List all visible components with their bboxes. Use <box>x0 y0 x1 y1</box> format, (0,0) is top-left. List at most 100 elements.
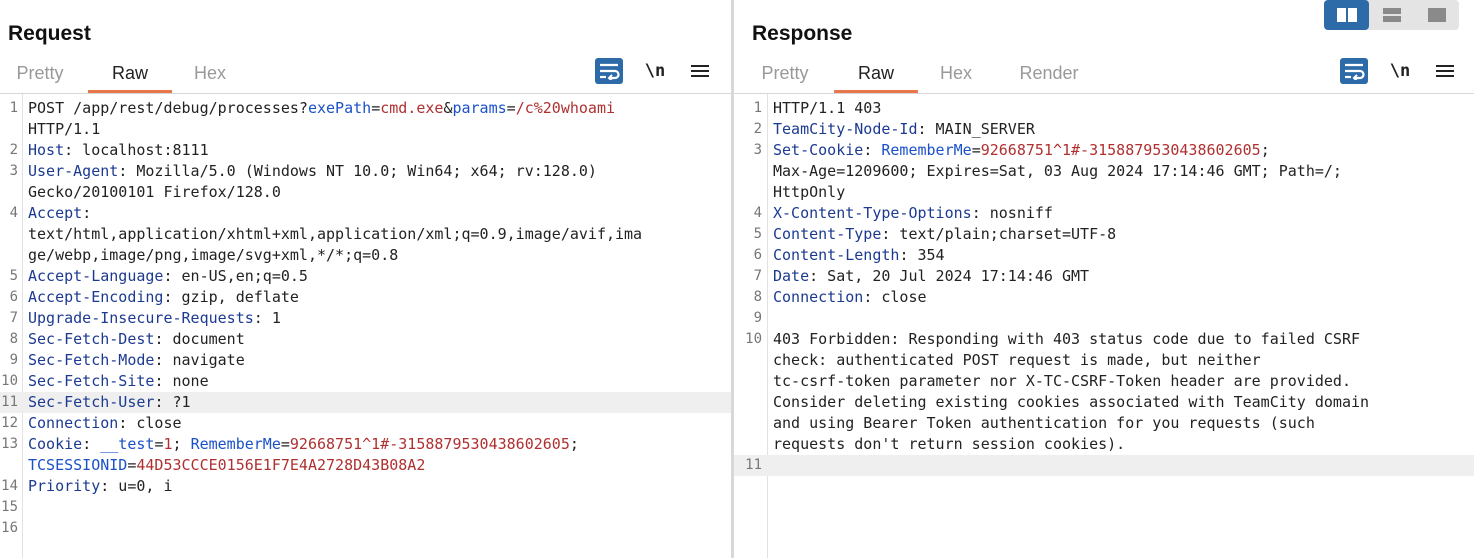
response-code-line[interactable]: 1 HTTP/1.1 403 <box>734 98 1474 119</box>
request-code-line[interactable]: TCSESSIONID=44D53CCCE0156E1F7E4A2728D43B… <box>0 455 731 476</box>
request-code-line[interactable]: 2 Host: localhost:8111 <box>0 140 731 161</box>
text-segment: = <box>371 99 381 117</box>
request-code-line[interactable]: 6 Accept-Encoding: gzip, deflate <box>0 287 731 308</box>
response-tab-hex[interactable]: Hex <box>918 58 994 93</box>
response-tab-raw[interactable]: Raw <box>834 58 918 93</box>
single-pane-layout-button[interactable] <box>1414 0 1459 30</box>
line-text: Cookie: __test=1; RememberMe=92668751^1#… <box>28 434 579 455</box>
line-text: Sec-Fetch-User: ?1 <box>28 392 191 413</box>
text-segment: : document <box>154 330 245 348</box>
response-menu-button[interactable] <box>1431 58 1459 84</box>
top-bottom-layout-button[interactable] <box>1369 0 1414 30</box>
request-code-line[interactable]: ge/webp,image/png,image/svg+xml,*/*;q=0.… <box>0 245 731 266</box>
request-code-line[interactable]: 11 Sec-Fetch-User: ?1 <box>0 392 731 413</box>
line-number: 11 <box>745 457 762 473</box>
response-code-line[interactable]: and using Bearer Token authentication fo… <box>734 413 1474 434</box>
param-name: TCSESSIONID <box>28 456 128 474</box>
param-name: RememberMe <box>190 435 281 453</box>
text-segment: ; <box>1260 141 1270 159</box>
line-text: Host: localhost:8111 <box>28 140 209 161</box>
header-name: Sec-Fetch-Site <box>28 372 155 390</box>
line-number: 5 <box>753 226 762 242</box>
line-number: 10 <box>1 373 18 389</box>
response-editor[interactable]: 1 HTTP/1.1 403 2 TeamCity-Node-Id: MAIN_SER… <box>734 94 1474 558</box>
line-text: TCSESSIONID=44D53CCCE0156E1F7E4A2728D43B… <box>28 455 425 476</box>
word-wrap-icon <box>1345 63 1365 80</box>
line-text: Accept-Encoding: gzip, deflate <box>28 287 299 308</box>
line-text: User-Agent: Mozilla/5.0 (Windows NT 10.0… <box>28 161 597 182</box>
response-code-line[interactable]: HttpOnly <box>734 182 1474 203</box>
request-word-wrap-button[interactable] <box>595 58 623 84</box>
response-code-line[interactable]: 7 Date: Sat, 20 Jul 2024 17:14:46 GMT <box>734 266 1474 287</box>
param-value: 92668751^1#-3158879530438602605 <box>289 435 570 453</box>
response-word-wrap-button[interactable] <box>1340 58 1368 84</box>
line-number: 7 <box>753 268 762 284</box>
text-segment: : close <box>118 414 182 432</box>
request-tab-pretty[interactable]: Pretty <box>0 58 80 93</box>
response-tab-render[interactable]: Render <box>994 58 1104 93</box>
request-menu-button[interactable] <box>686 58 714 84</box>
request-code-line[interactable]: 5 Accept-Language: en-US,en;q=0.5 <box>0 266 731 287</box>
top-bottom-layout-icon <box>1382 8 1401 22</box>
param-value: 92668751^1#-3158879530438602605 <box>980 141 1261 159</box>
request-code-line[interactable]: 1 POST /app/rest/debug/processes?exePath=… <box>0 98 731 119</box>
request-code-line[interactable]: 7 Upgrade-Insecure-Requests: 1 <box>0 308 731 329</box>
response-code-line[interactable]: Consider deleting existing cookies assoc… <box>734 392 1474 413</box>
request-code-line[interactable]: 14 Priority: u=0, i <box>0 476 731 497</box>
line-text: check: authenticated POST request is mad… <box>773 350 1261 371</box>
header-name: Connection <box>773 288 864 306</box>
response-show-newlines-button[interactable]: \n <box>1386 58 1414 84</box>
response-code-line[interactable]: 2 TeamCity-Node-Id: MAIN_SERVER <box>734 119 1474 140</box>
text-segment: requests don't return session cookies). <box>773 435 1126 453</box>
request-show-newlines-button[interactable]: \n <box>641 58 669 84</box>
side-by-side-layout-button[interactable] <box>1324 0 1369 30</box>
text-segment: : localhost:8111 <box>64 141 209 159</box>
response-code-line[interactable]: 8 Connection: close <box>734 287 1474 308</box>
request-code-line[interactable]: HTTP/1.1 <box>0 119 731 140</box>
response-code-line[interactable]: tc-csrf-token parameter nor X-TC-CSRF-To… <box>734 371 1474 392</box>
request-code-line[interactable]: 4 Accept: <box>0 203 731 224</box>
request-tab-raw[interactable]: Raw <box>88 58 172 93</box>
response-code-line[interactable]: 6 Content-Length: 354 <box>734 245 1474 266</box>
text-segment: HTTP/1.1 <box>28 120 101 138</box>
header-name: Content-Type <box>773 225 882 243</box>
request-code-line[interactable]: 12 Connection: close <box>0 413 731 434</box>
text-segment: tc-csrf-token parameter nor X-TC-CSRF-To… <box>773 372 1351 390</box>
request-code-line[interactable]: 3 User-Agent: Mozilla/5.0 (Windows NT 10.… <box>0 161 731 182</box>
request-editor[interactable]: 1 POST /app/rest/debug/processes?exePath=… <box>0 94 731 558</box>
line-number: 9 <box>9 352 18 368</box>
response-code-line[interactable]: 4 X-Content-Type-Options: nosniff <box>734 203 1474 224</box>
response-code-line[interactable]: check: authenticated POST request is mad… <box>734 350 1474 371</box>
response-code-line[interactable]: 3 Set-Cookie: RememberMe=92668751^1#-3158… <box>734 140 1474 161</box>
layout-toggle-group <box>1324 0 1459 30</box>
header-name: Content-Length <box>773 246 900 264</box>
header-name: TeamCity-Node-Id <box>773 120 918 138</box>
response-code-line[interactable]: 9 <box>734 308 1474 329</box>
response-code-line[interactable]: 10 403 Forbidden: Responding with 403 sta… <box>734 329 1474 350</box>
request-code-line[interactable]: 8 Sec-Fetch-Dest: document <box>0 329 731 350</box>
response-tab-pretty[interactable]: Pretty <box>744 58 826 93</box>
line-text: Connection: close <box>28 413 182 434</box>
response-code-line[interactable]: requests don't return session cookies). <box>734 434 1474 455</box>
header-name: Set-Cookie <box>773 141 864 159</box>
request-code-line[interactable]: Gecko/20100101 Firefox/128.0 <box>0 182 731 203</box>
param-value: /c%20whoami <box>515 99 616 117</box>
text-segment: Max-Age=1209600; Expires=Sat, 03 Aug 202… <box>773 162 1342 180</box>
line-text: Date: Sat, 20 Jul 2024 17:14:46 GMT <box>773 266 1089 287</box>
request-code-line[interactable]: 13 Cookie: __test=1; RememberMe=92668751^… <box>0 434 731 455</box>
request-code-line[interactable]: 9 Sec-Fetch-Mode: navigate <box>0 350 731 371</box>
response-code-line[interactable]: 5 Content-Type: text/plain;charset=UTF-8 <box>734 224 1474 245</box>
text-segment: : gzip, deflate <box>163 288 299 306</box>
text-segment: ge/webp,image/png,image/svg+xml,*/*;q=0.… <box>28 246 399 264</box>
request-tab-hex[interactable]: Hex <box>172 58 248 93</box>
line-number: 15 <box>1 499 18 515</box>
line-number: 16 <box>1 520 18 536</box>
response-code-line[interactable]: 11 <box>734 455 1474 476</box>
request-code-line[interactable]: 10 Sec-Fetch-Site: none <box>0 371 731 392</box>
request-code-line[interactable]: text/html,application/xhtml+xml,applicat… <box>0 224 731 245</box>
response-code-line[interactable]: Max-Age=1209600; Expires=Sat, 03 Aug 202… <box>734 161 1474 182</box>
request-code-line[interactable]: 16 <box>0 518 731 539</box>
line-number: 6 <box>753 247 762 263</box>
line-number: 9 <box>753 310 762 326</box>
request-code-line[interactable]: 15 <box>0 497 731 518</box>
